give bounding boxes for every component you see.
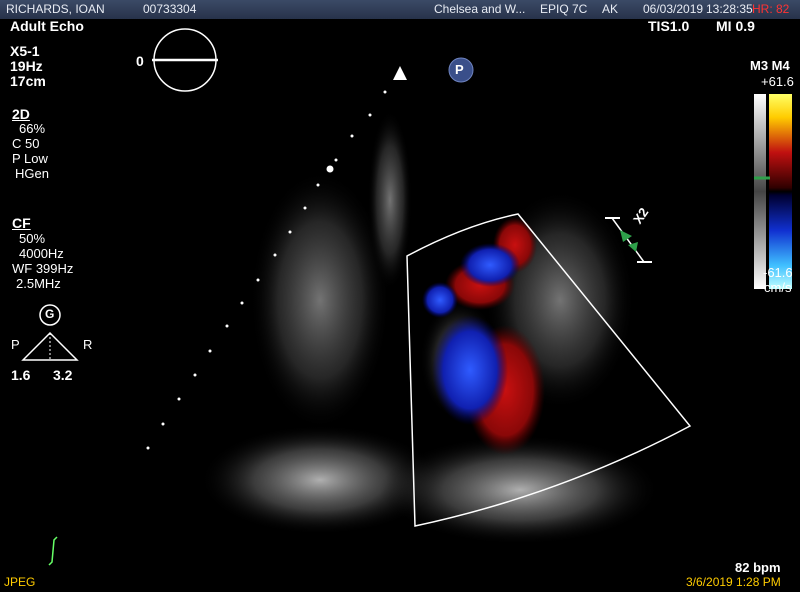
mode-2d-gain: 66% (19, 121, 46, 136)
mode-cf-title: CF (12, 215, 31, 231)
tis-value: TIS1.0 (648, 18, 690, 34)
mode-2d-title: 2D (12, 106, 30, 122)
echo-image (21, 28, 792, 566)
footer-timestamp: 3/6/2019 1:28 PM (686, 575, 781, 589)
frame-rate: 19Hz (10, 58, 43, 74)
image-format: JPEG (4, 575, 36, 589)
color-map-title: M3 M4 (750, 58, 790, 73)
color-flow-region (422, 217, 545, 455)
orientation-right-value: 3.2 (53, 367, 73, 383)
apex-marker-icon (393, 66, 407, 80)
mode-2d-power: P Low (12, 151, 48, 166)
tissue-sector (200, 110, 660, 545)
ecg-trace (48, 536, 58, 566)
color-map-max: +61.6 (761, 74, 794, 89)
mode-cf-freq: 2.5MHz (16, 276, 61, 291)
color-map-min: -61.6 (763, 265, 793, 280)
orientation-left: P (11, 337, 20, 352)
angle-value: 0 (136, 53, 144, 69)
grayscale-bar (754, 94, 766, 289)
mode-cf-gain: 50% (19, 231, 46, 246)
probe-label: X5-1 (10, 43, 40, 59)
mode-2d-compress: C 50 (12, 136, 40, 151)
color-map-unit: cm/s (764, 280, 792, 295)
mode-cf-wall-filter: WF 399Hz (12, 261, 74, 276)
preset-label: Adult Echo (10, 18, 84, 34)
orientation-badge-label: G (45, 307, 55, 321)
mode-2d-freq: HGen (15, 166, 49, 181)
mi-value: MI 0.9 (716, 18, 755, 34)
bpm-readout: 82 bpm (735, 560, 781, 575)
orientation-left-value: 1.6 (11, 367, 31, 383)
depth: 17cm (10, 73, 46, 89)
orientation-right: R (83, 337, 93, 352)
mode-cf-prf: 4000Hz (19, 246, 64, 261)
probe-marker-label: P (455, 62, 464, 77)
velocity-color-bar (769, 94, 792, 289)
